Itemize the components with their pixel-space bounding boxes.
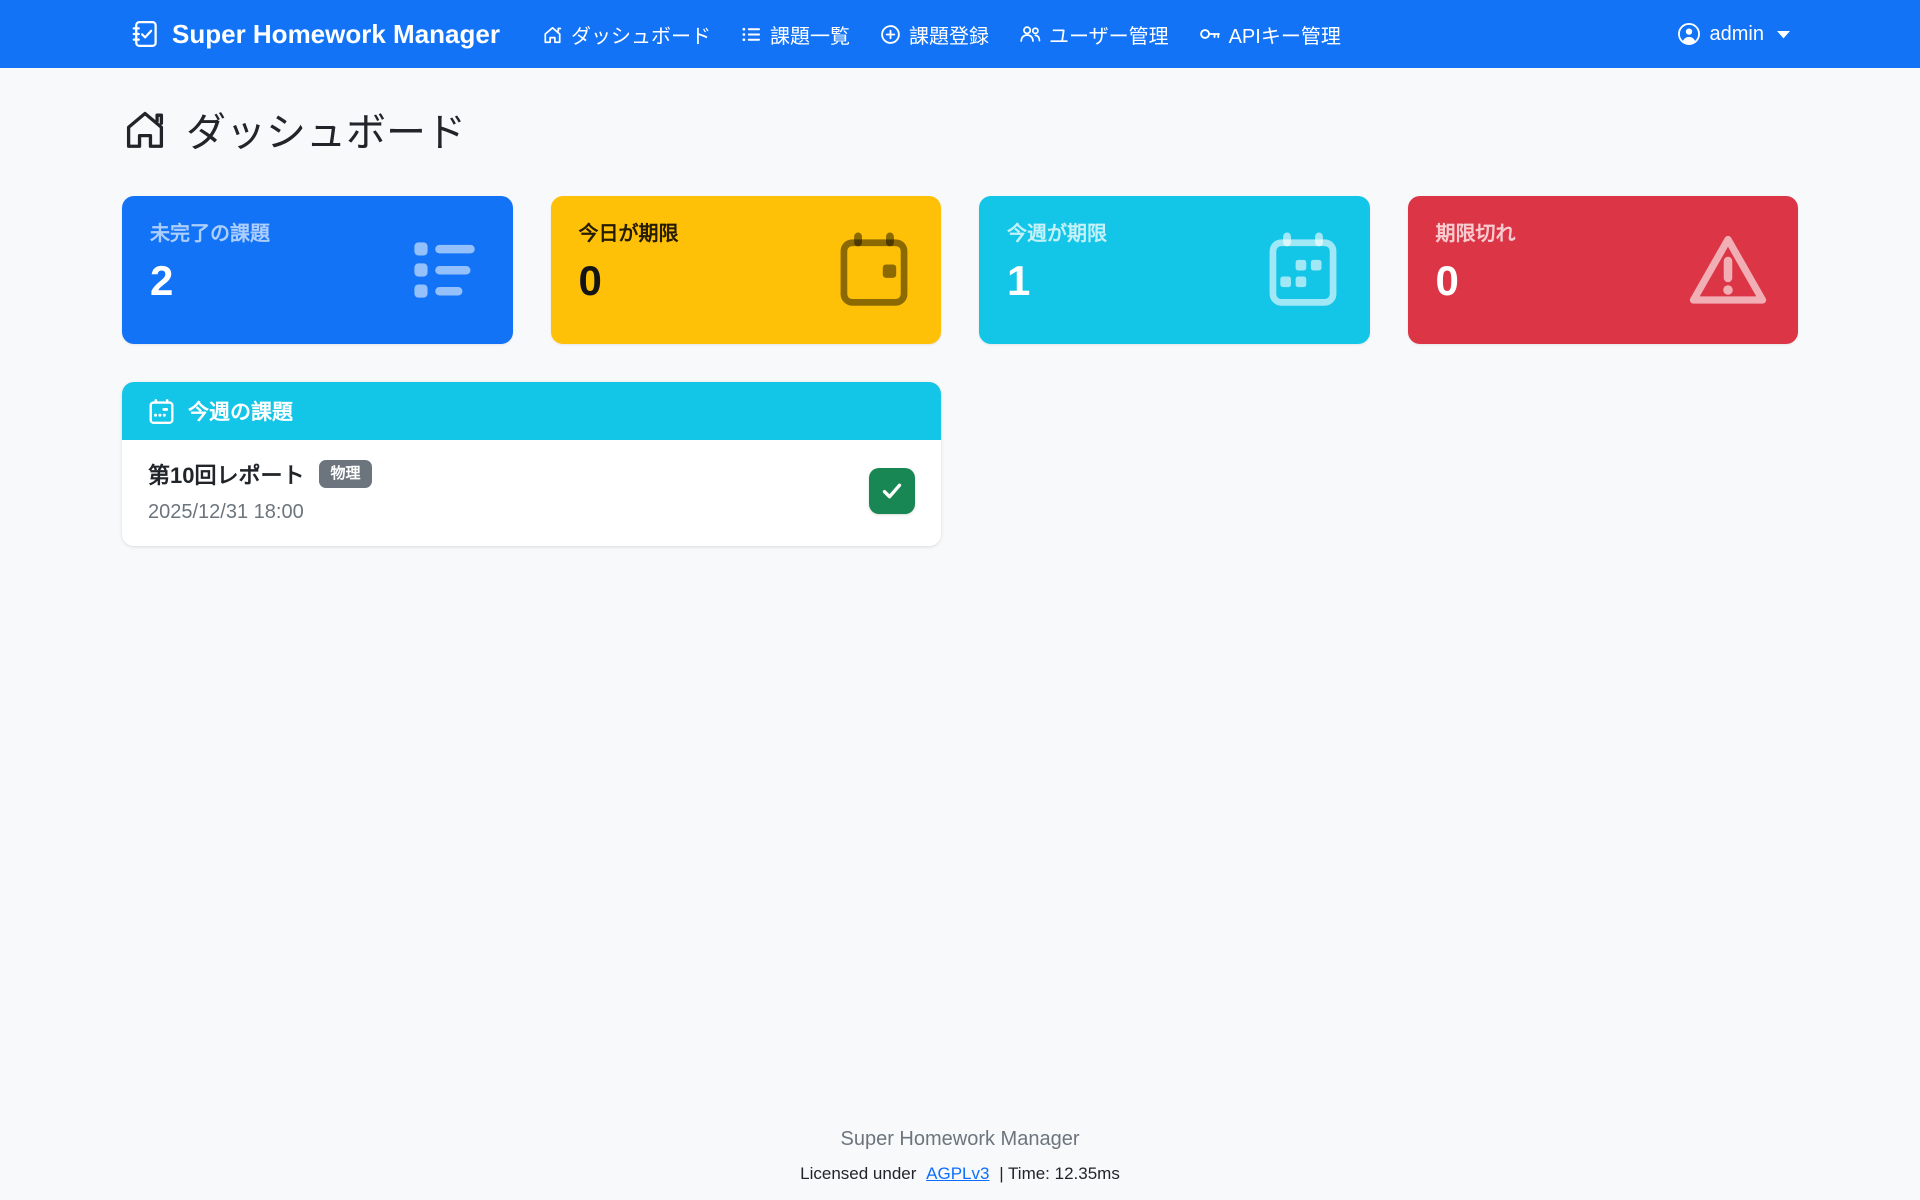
navbar: Super Homework Manager ダッシュボード [0,0,1920,68]
license-link[interactable]: AGPLv3 [926,1164,989,1183]
assignment-info: 第10回レポート 物理 2025/12/31 18:00 [148,458,869,524]
stat-card-incomplete: 未完了の課題 2 [122,196,513,344]
week-card-header: 今週の課題 [122,382,941,440]
navbar-inner: Super Homework Manager ダッシュボード [122,19,1798,50]
brand[interactable]: Super Homework Manager [130,19,500,50]
caret-down-icon [1777,30,1790,39]
stat-cards: 未完了の課題 2 今日が期限 0 [122,196,1798,344]
house-icon [542,24,563,45]
footer-license-line: Licensed under AGPLv3 | Time: 12.35ms [0,1164,1920,1184]
nav-item-label: 課題登録 [909,20,989,49]
week-assignments-card: 今週の課題 第10回レポート 物理 2025/12/31 18:00 [122,382,941,546]
footer-app-name: Super Homework Manager [0,1128,1920,1151]
footer: Super Homework Manager Licensed under AG… [0,1104,1920,1200]
subject-badge: 物理 [319,460,371,488]
footer-time-text: | Time: 12.35ms [999,1164,1120,1183]
journal-check-icon [130,19,160,49]
assignment-list-item: 第10回レポート 物理 2025/12/31 18:00 [122,440,941,546]
main-content: ダッシュボード 未完了の課題 2 今日 [122,68,1798,1104]
nav-links: ダッシュボード 課題一覧 [542,20,1341,49]
nav-item-dashboard[interactable]: ダッシュボード [542,20,711,49]
nav-item-user-management[interactable]: ユーザー管理 [1019,20,1169,49]
week-card-title: 今週の課題 [188,396,293,426]
nav-item-assignment-list[interactable]: 課題一覧 [741,20,850,49]
complete-assignment-button[interactable] [869,468,915,514]
nav-item-assignment-register[interactable]: 課題登録 [880,20,989,49]
key-icon [1199,23,1221,45]
nav-item-label: APIキー管理 [1229,20,1341,49]
person-circle-icon [1677,22,1701,46]
stat-card-overdue: 期限切れ 0 [1408,196,1799,344]
check-icon [879,478,905,504]
brand-title: Super Homework Manager [172,19,500,50]
calendar-event-icon [837,230,911,310]
user-name: admin [1710,23,1764,46]
nav-item-api-keys[interactable]: APIキー管理 [1199,20,1341,49]
assignment-due-date: 2025/12/31 18:00 [148,501,869,524]
assignment-title: 第10回レポート [148,458,304,490]
people-icon [1019,23,1041,45]
list-icon [741,24,762,45]
user-menu[interactable]: admin [1677,22,1790,46]
page: Super Homework Manager ダッシュボード [0,0,1920,1200]
nav-item-label: ユーザー管理 [1049,20,1169,49]
footer-license-prefix: Licensed under [800,1164,916,1183]
list-task-icon [407,236,483,304]
page-title-text: ダッシュボード [186,100,466,158]
page-title: ダッシュボード [122,100,1798,158]
warning-triangle-icon [1688,230,1768,310]
stat-card-due-today: 今日が期限 0 [551,196,942,344]
calendar-week-icon [1266,230,1340,310]
stat-card-due-this-week: 今週が期限 1 [979,196,1370,344]
nav-item-label: ダッシュボード [571,20,711,49]
calendar-week-icon [148,398,175,425]
plus-circle-icon [880,24,901,45]
house-icon [122,106,168,152]
nav-item-label: 課題一覧 [770,20,850,49]
